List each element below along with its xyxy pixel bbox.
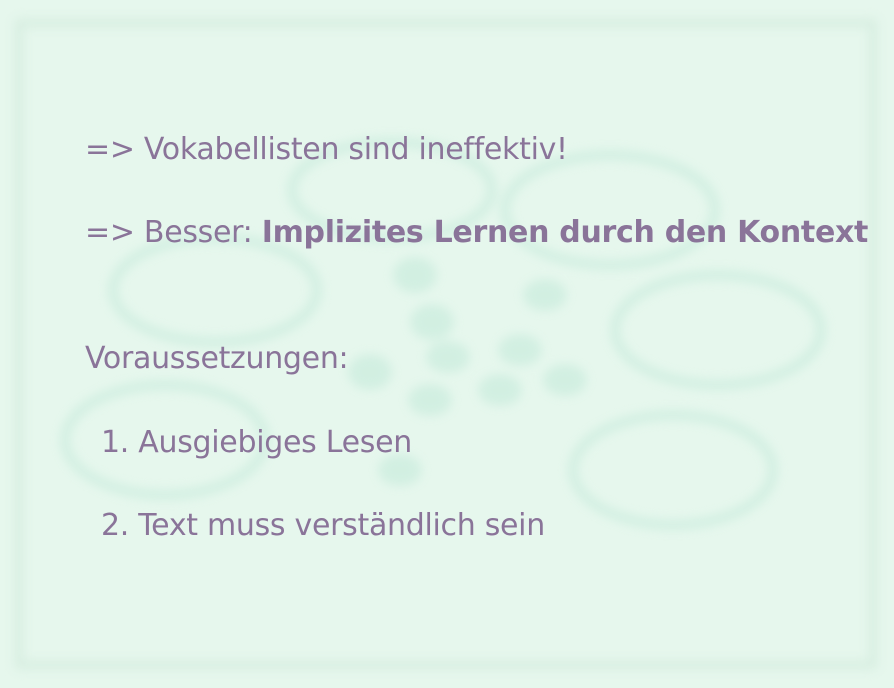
statement-better: => Besser: Implizites Lernen durch den K… [85, 215, 868, 251]
prerequisites-heading: Voraussetzungen: [85, 341, 349, 376]
statement-better-prefix: => Besser: [85, 215, 262, 250]
slide: => Vokabellisten sind ineffektiv! => Bes… [0, 0, 894, 688]
list-item: 1. Ausgiebiges Lesen [101, 425, 412, 460]
statement-better-emphasis: Implizites Lernen durch den Kontext [261, 215, 869, 250]
statement-vocab-lists: => Vokabellisten sind ineffektiv! [85, 132, 568, 167]
list-item: 2. Text muss verständlich sein [101, 508, 545, 543]
